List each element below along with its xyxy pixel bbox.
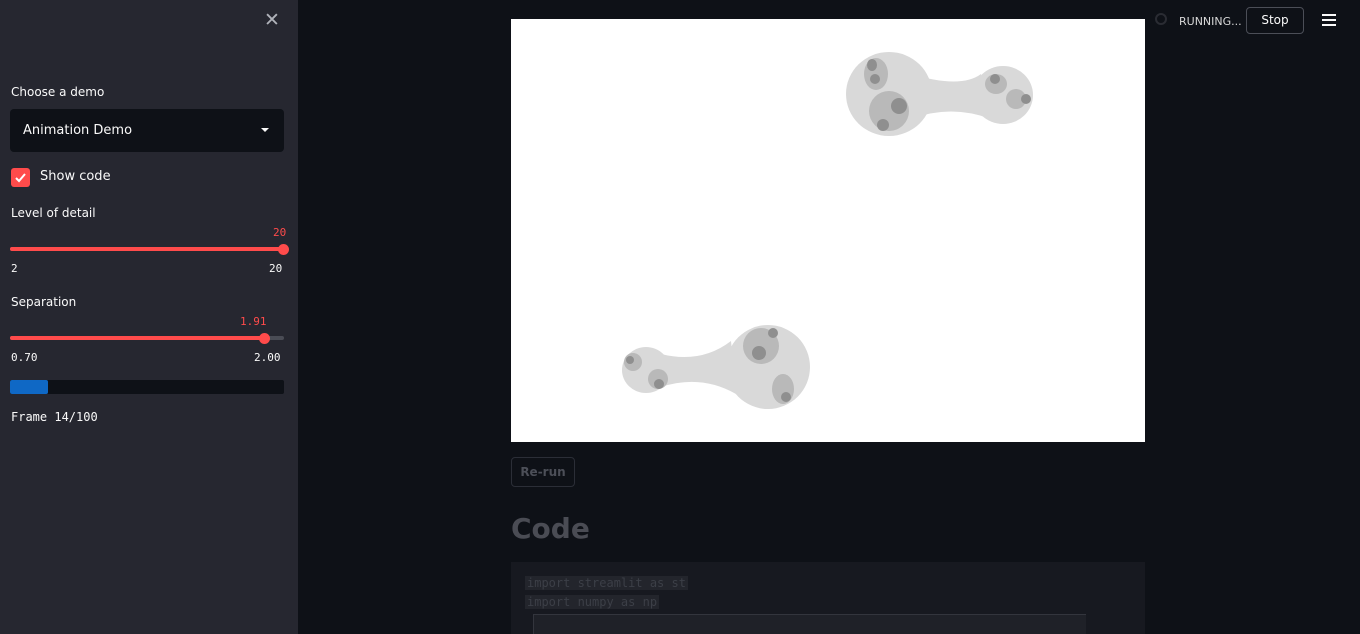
code-line: import streamlit as st bbox=[525, 576, 688, 590]
separation-slider-min: 0.70 bbox=[11, 351, 38, 364]
demo-select[interactable]: Animation Demo bbox=[10, 109, 284, 152]
show-code-label: Show code bbox=[40, 169, 111, 184]
code-line: import numpy as np bbox=[525, 595, 660, 609]
sidebar: ✕ Choose a demo Animation Demo Show code… bbox=[0, 0, 298, 634]
demo-select-label: Choose a demo bbox=[11, 85, 105, 99]
checkmark-icon bbox=[15, 173, 26, 183]
progress-fill bbox=[10, 380, 48, 394]
fractal-image bbox=[622, 52, 1033, 409]
detail-slider-min: 2 bbox=[11, 262, 18, 275]
detail-slider-max: 20 bbox=[269, 262, 283, 275]
detail-slider-label: Level of detail bbox=[11, 206, 96, 220]
frame-counter: Frame 14/100 bbox=[11, 410, 98, 424]
slider-thumb[interactable] bbox=[278, 244, 289, 255]
show-code-checkbox[interactable] bbox=[11, 168, 30, 187]
separation-slider-max: 2.00 bbox=[254, 351, 281, 364]
separation-slider-label: Separation bbox=[11, 295, 77, 309]
close-icon[interactable]: ✕ bbox=[262, 9, 282, 31]
detail-slider-value: 20 bbox=[273, 226, 287, 239]
code-block: import streamlit as st import numpy as n… bbox=[511, 562, 1145, 634]
chevron-down-icon bbox=[261, 128, 269, 132]
separation-slider-value: 1.91 bbox=[240, 315, 267, 328]
hamburger-menu-icon[interactable] bbox=[1322, 14, 1336, 26]
running-icon bbox=[1155, 13, 1167, 25]
slider-thumb[interactable] bbox=[259, 333, 270, 344]
progress-bar bbox=[10, 380, 284, 394]
slider-fill bbox=[10, 336, 265, 340]
slider-fill bbox=[10, 247, 284, 251]
demo-select-value: Animation Demo bbox=[23, 123, 133, 138]
fractal-plot-image bbox=[511, 19, 1145, 442]
code-heading: Code bbox=[511, 512, 590, 545]
status-text: RUNNING... bbox=[1179, 15, 1242, 28]
rerun-button[interactable]: Re-run bbox=[511, 457, 575, 487]
code-continuation bbox=[533, 614, 1086, 634]
stop-button[interactable]: Stop bbox=[1246, 7, 1304, 34]
